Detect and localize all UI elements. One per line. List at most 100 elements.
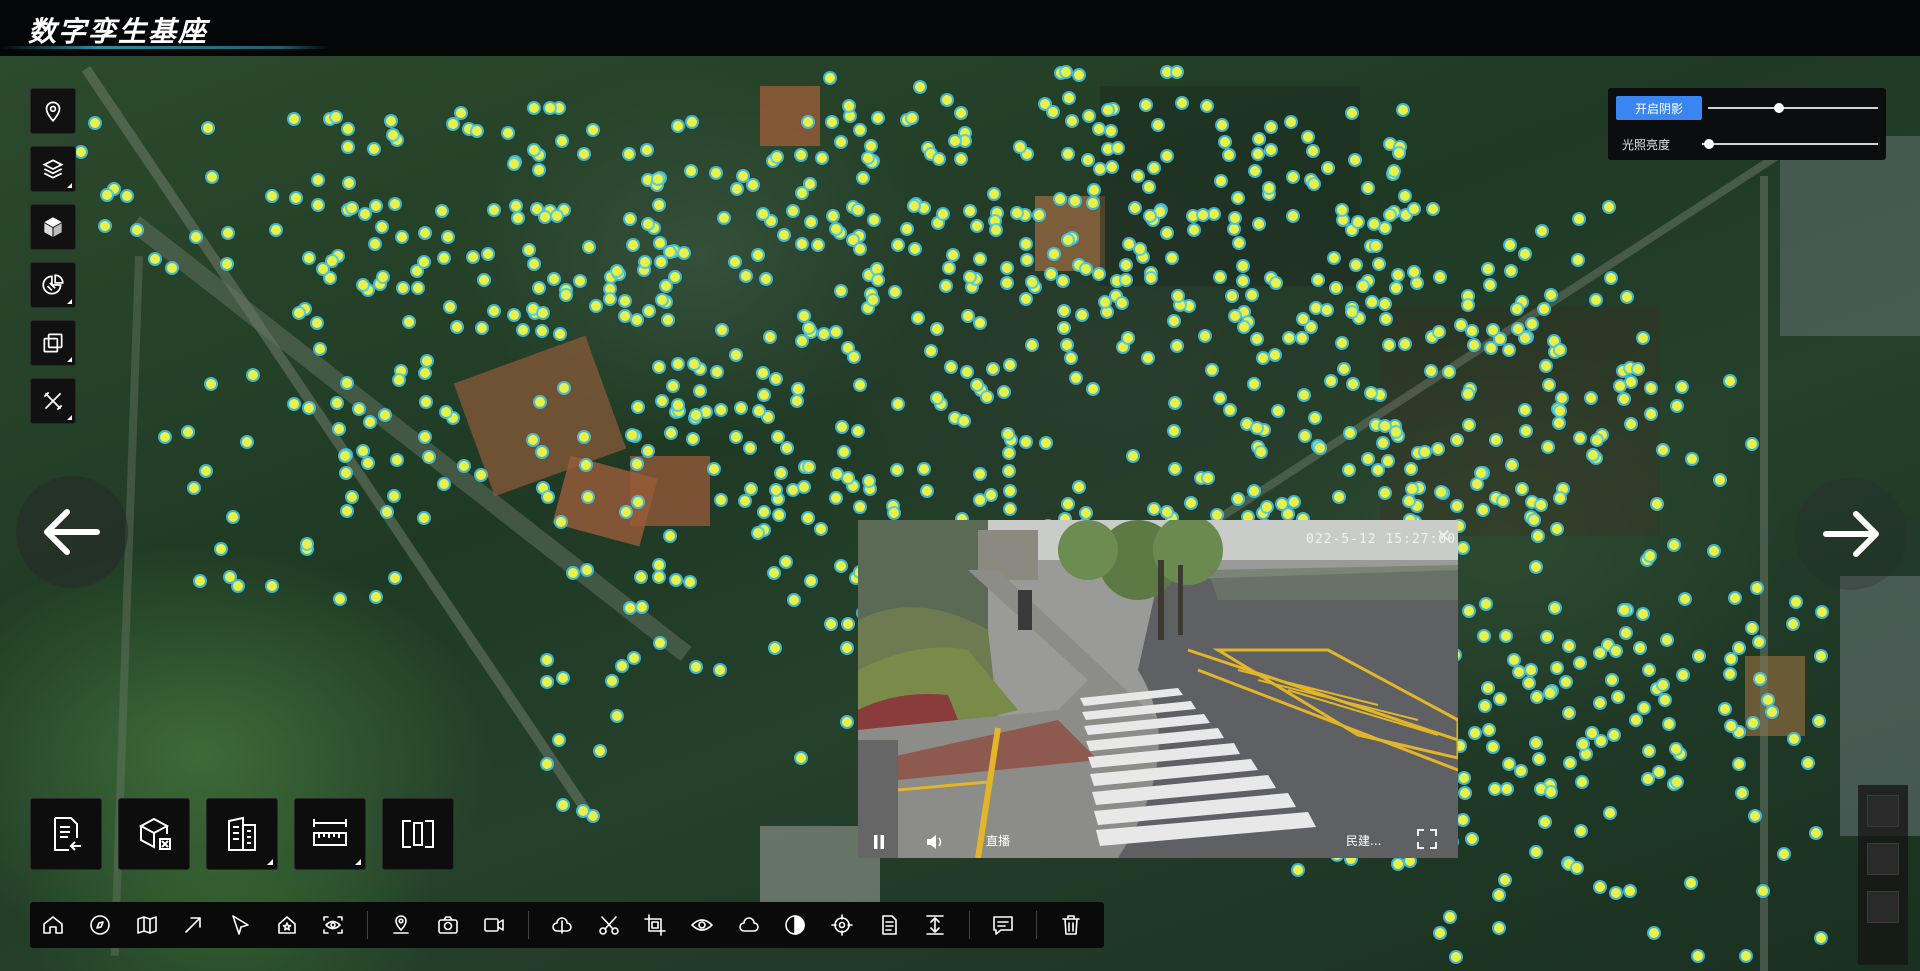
poi-marker[interactable]	[1298, 390, 1309, 401]
poi-marker[interactable]	[242, 436, 253, 447]
poi-marker[interactable]	[1339, 363, 1350, 374]
poi-marker[interactable]	[653, 560, 664, 571]
poi-marker[interactable]	[1644, 746, 1655, 757]
poi-marker[interactable]	[439, 252, 450, 263]
poi-marker[interactable]	[312, 174, 323, 185]
poi-marker[interactable]	[636, 601, 647, 612]
poi-marker[interactable]	[1654, 766, 1665, 777]
poi-marker[interactable]	[1362, 453, 1373, 464]
poi-marker[interactable]	[1485, 279, 1496, 290]
home-button[interactable]	[40, 911, 67, 939]
poi-marker[interactable]	[324, 272, 335, 283]
poi-marker[interactable]	[357, 280, 368, 291]
poi-marker[interactable]	[1434, 271, 1445, 282]
poi-marker[interactable]	[574, 276, 585, 287]
poi-marker[interactable]	[758, 208, 768, 219]
poi-marker[interactable]	[1011, 207, 1022, 218]
poi-marker[interactable]	[584, 241, 595, 252]
poi-marker[interactable]	[1390, 426, 1401, 437]
poi-marker[interactable]	[632, 458, 643, 469]
poi-marker[interactable]	[1312, 275, 1323, 286]
poi-marker[interactable]	[1214, 392, 1225, 403]
poi-marker[interactable]	[938, 208, 949, 219]
poi-marker[interactable]	[1524, 678, 1535, 689]
poi-marker[interactable]	[1643, 665, 1654, 676]
poi-marker[interactable]	[1224, 404, 1235, 415]
next-arrow-button[interactable]	[1795, 478, 1907, 590]
poi-marker[interactable]	[1288, 210, 1299, 221]
poi-marker[interactable]	[688, 434, 699, 445]
poi-marker[interactable]	[1542, 442, 1553, 453]
poi-marker[interactable]	[270, 225, 281, 236]
poi-marker[interactable]	[390, 572, 401, 583]
poi-marker[interactable]	[1708, 545, 1719, 556]
poi-marker[interactable]	[541, 677, 552, 688]
poi-marker[interactable]	[1101, 306, 1112, 317]
poi-marker[interactable]	[1145, 210, 1156, 221]
poi-marker[interactable]	[748, 179, 759, 190]
poi-marker[interactable]	[773, 510, 784, 521]
poi-marker[interactable]	[370, 201, 381, 212]
poi-marker[interactable]	[1161, 66, 1172, 77]
poi-marker[interactable]	[771, 373, 782, 384]
poi-marker[interactable]	[160, 431, 171, 442]
poi-marker[interactable]	[1505, 265, 1516, 276]
poi-marker[interactable]	[624, 602, 635, 613]
poi-marker[interactable]	[1254, 134, 1265, 145]
poi-marker[interactable]	[1255, 447, 1266, 458]
poi-marker[interactable]	[1229, 310, 1240, 321]
poi-marker[interactable]	[392, 455, 403, 466]
poi-marker[interactable]	[290, 192, 301, 203]
poi-marker[interactable]	[872, 264, 883, 275]
poi-marker[interactable]	[1564, 758, 1575, 769]
poi-marker[interactable]	[620, 310, 631, 321]
poi-marker[interactable]	[288, 113, 299, 124]
copy-button[interactable]	[30, 320, 76, 366]
poi-marker[interactable]	[411, 265, 422, 276]
poi-marker[interactable]	[685, 576, 696, 587]
poi-marker[interactable]	[1143, 352, 1154, 363]
poi-marker[interactable]	[1671, 400, 1682, 411]
poi-marker[interactable]	[378, 271, 389, 282]
poi-marker[interactable]	[538, 308, 549, 319]
poi-marker[interactable]	[716, 404, 726, 415]
poi-marker[interactable]	[1121, 259, 1132, 270]
poi-marker[interactable]	[1657, 445, 1668, 456]
poi-marker[interactable]	[656, 396, 667, 407]
poi-marker[interactable]	[544, 103, 555, 114]
poi-marker[interactable]	[1503, 345, 1514, 356]
poi-marker[interactable]	[1536, 784, 1547, 795]
model-button[interactable]	[30, 204, 76, 250]
poi-marker[interactable]	[443, 231, 454, 242]
poi-marker[interactable]	[691, 409, 702, 420]
poi-marker[interactable]	[975, 253, 986, 264]
poi-marker[interactable]	[753, 250, 764, 261]
poi-marker[interactable]	[667, 381, 678, 392]
poi-marker[interactable]	[528, 103, 539, 114]
poi-marker[interactable]	[90, 117, 101, 128]
poi-marker[interactable]	[556, 516, 567, 527]
poi-marker[interactable]	[1081, 263, 1092, 274]
poi-marker[interactable]	[825, 72, 836, 83]
poi-marker[interactable]	[189, 483, 200, 494]
poi-marker[interactable]	[1521, 425, 1532, 436]
poi-marker[interactable]	[1004, 485, 1015, 496]
poi-marker[interactable]	[839, 446, 850, 457]
poi-marker[interactable]	[1425, 366, 1436, 377]
poi-marker[interactable]	[1347, 379, 1358, 390]
poi-marker[interactable]	[849, 352, 860, 363]
poi-marker[interactable]	[947, 250, 958, 261]
poi-marker[interactable]	[1198, 210, 1209, 221]
poi-marker[interactable]	[1371, 241, 1382, 252]
poi-marker[interactable]	[301, 539, 312, 550]
poi-marker[interactable]	[1495, 693, 1506, 704]
poi-marker[interactable]	[1145, 272, 1156, 283]
poi-marker[interactable]	[448, 118, 459, 129]
poi-marker[interactable]	[640, 256, 651, 267]
poi-marker[interactable]	[827, 211, 838, 222]
poi-marker[interactable]	[524, 244, 535, 255]
arrow-up-right-button[interactable]	[180, 911, 207, 939]
poi-marker[interactable]	[419, 512, 430, 523]
poi-marker[interactable]	[764, 331, 775, 342]
poi-marker[interactable]	[842, 717, 853, 728]
